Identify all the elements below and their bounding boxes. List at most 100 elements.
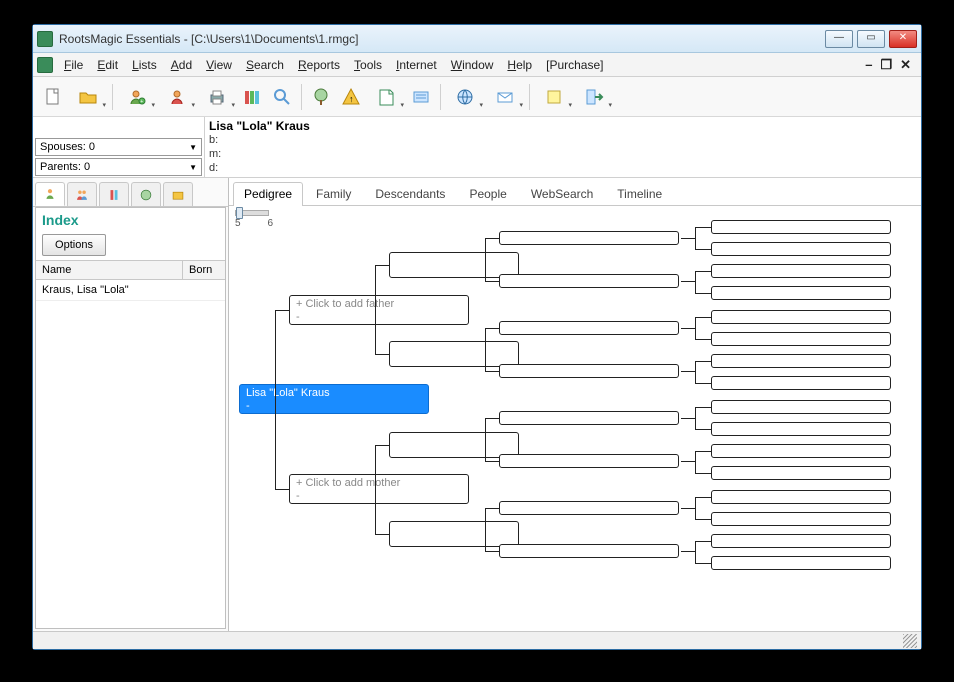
pedigree-root[interactable]: Lisa "Lola" Kraus - [239,384,429,414]
sidebar-tab-history[interactable] [131,182,161,206]
mdi-minimize-button[interactable]: – [865,57,872,73]
resize-grip[interactable] [903,634,917,648]
pedigree-gggp-5[interactable] [711,310,891,324]
pedigree-ggp-4[interactable] [499,364,679,378]
menu-reports[interactable]: Reports [291,56,347,74]
sidebar-tab-index[interactable] [35,182,65,206]
tree-button[interactable] [307,82,335,112]
mdi-close-button[interactable]: ✕ [900,57,911,73]
sidebar-tab-bookmarks[interactable] [99,182,129,206]
minimize-button[interactable]: — [825,30,853,48]
menu-tools[interactable]: Tools [347,56,389,74]
pedigree-root-dash: - [246,400,422,413]
sidebar-tab-family[interactable] [67,182,97,206]
parents-dropdown[interactable]: Parents: 0▼ [35,158,202,176]
index-title: Index [36,208,225,232]
toolbar-separator [112,84,113,110]
add-person-button[interactable]: +▾ [118,82,156,112]
sidebar-tabs [33,178,228,207]
pedigree-root-name: Lisa "Lola" Kraus [246,387,422,400]
index-panel: Index Options Name Born Kraus, Lisa "Lol… [35,207,226,629]
tab-websearch[interactable]: WebSearch [520,182,604,205]
pedigree-gggp-15[interactable] [711,534,891,548]
close-button[interactable]: ✕ [889,30,917,48]
menu-purchase[interactable]: [Purchase] [539,56,610,74]
info-left: Spouses: 0▼ Parents: 0▼ [33,117,205,177]
sidebar-tab-groups[interactable] [163,182,193,206]
birth-line: b: [209,133,917,147]
search-button[interactable] [268,82,296,112]
window-title: RootsMagic Essentials - [C:\Users\1\Docu… [59,32,825,46]
pedigree-ggp-1[interactable] [499,231,679,245]
view-tabs: Pedigree Family Descendants People WebSe… [229,178,921,206]
warning-button[interactable]: ↑ [337,82,365,112]
maximize-button[interactable]: ▭ [857,30,885,48]
pedigree-gp-2[interactable] [389,341,519,367]
app-icon [37,31,53,47]
index-header-name[interactable]: Name [36,261,183,279]
tab-descendants[interactable]: Descendants [364,182,456,205]
spouses-dropdown[interactable]: Spouses: 0▼ [35,138,202,156]
pedigree-gggp-2[interactable] [711,242,891,256]
tab-pedigree[interactable]: Pedigree [233,182,303,206]
pedigree-gggp-1[interactable] [711,220,891,234]
pedigree-gggp-11[interactable] [711,444,891,458]
window-controls: — ▭ ✕ [825,30,917,48]
options-button[interactable]: Options [42,234,106,256]
exit-button[interactable]: ▾ [575,82,613,112]
pedigree-ggp-2[interactable] [499,274,679,288]
index-header-born[interactable]: Born [183,261,225,279]
menu-search[interactable]: Search [239,56,291,74]
generations-slider[interactable]: 56 [235,210,273,229]
menu-file[interactable]: File [57,56,90,74]
pedigree-gggp-10[interactable] [711,422,891,436]
pedigree-gggp-12[interactable] [711,466,891,480]
marriage-line: m: [209,147,917,161]
pedigree-ggp-5[interactable] [499,411,679,425]
tab-timeline[interactable]: Timeline [606,182,673,205]
tab-people[interactable]: People [458,182,517,205]
statusbar [33,631,921,649]
mdi-controls: – ❐ ✕ [865,57,917,73]
open-file-button[interactable]: ▾ [69,82,107,112]
edit-person-button[interactable]: ▾ [158,82,196,112]
menu-lists[interactable]: Lists [125,56,164,74]
menu-window[interactable]: Window [444,56,501,74]
menu-internet[interactable]: Internet [389,56,444,74]
pedigree-gggp-16[interactable] [711,556,891,570]
new-file-button[interactable] [39,82,67,112]
pedigree-ggp-6[interactable] [499,454,679,468]
pedigree-area: 56 Lisa "Lola" Kraus - + Click to add fa… [229,206,921,631]
card-button[interactable] [407,82,435,112]
pedigree-gggp-4[interactable] [711,286,891,300]
pedigree-gggp-6[interactable] [711,332,891,346]
pedigree-gggp-14[interactable] [711,512,891,526]
print-button[interactable]: ▾ [198,82,236,112]
menu-edit[interactable]: Edit [90,56,125,74]
web-button[interactable]: ▾ [446,82,484,112]
mail-button[interactable]: ▾ [486,82,524,112]
menubar: File Edit Lists Add View Search Reports … [33,53,921,77]
menu-view[interactable]: View [199,56,239,74]
pedigree-gggp-3[interactable] [711,264,891,278]
pedigree-gggp-7[interactable] [711,354,891,368]
pedigree-gggp-9[interactable] [711,400,891,414]
pedigree-gp-4[interactable] [389,521,519,547]
menu-help[interactable]: Help [500,56,539,74]
notes-button[interactable]: ▾ [367,82,405,112]
pedigree-ggp-3[interactable] [499,321,679,335]
mdi-restore-button[interactable]: ❐ [880,57,892,73]
index-header: Name Born [36,260,225,280]
pedigree-gggp-13[interactable] [711,490,891,504]
toolbar-separator [529,84,530,110]
pedigree-ggp-7[interactable] [499,501,679,515]
note-yellow-button[interactable]: ▾ [535,82,573,112]
pedigree-ggp-8[interactable] [499,544,679,558]
tab-family[interactable]: Family [305,182,362,205]
pedigree-gggp-8[interactable] [711,376,891,390]
index-row[interactable]: Kraus, Lisa "Lola" [36,280,225,301]
toolbar-separator [440,84,441,110]
books-button[interactable] [238,82,266,112]
menu-add[interactable]: Add [164,56,199,74]
mdi-app-icon[interactable] [37,57,53,73]
